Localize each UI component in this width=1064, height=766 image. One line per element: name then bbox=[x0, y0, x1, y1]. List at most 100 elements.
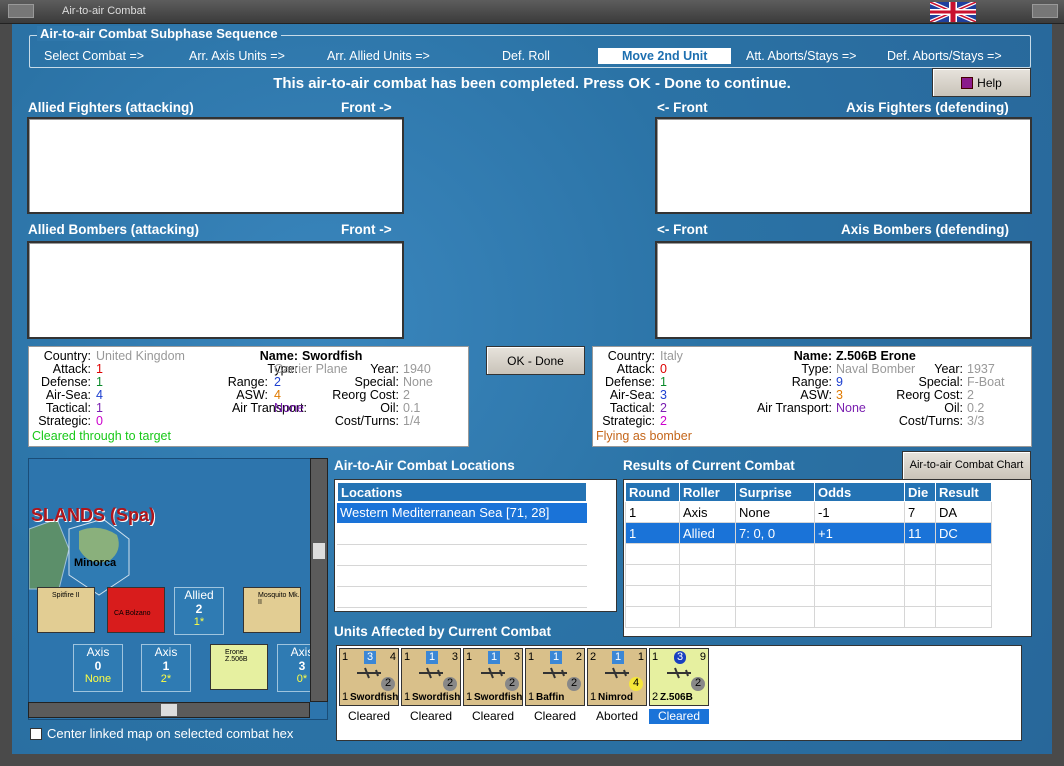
counter-name: Baffin bbox=[536, 692, 565, 703]
map-box-allied[interactable]: Allied 2 1* bbox=[174, 587, 224, 635]
label: Strategic: bbox=[38, 414, 91, 428]
air-combat-chart-button[interactable]: Air-to-air Combat Chart bbox=[902, 451, 1031, 480]
locations-title: Air-to-Air Combat Locations bbox=[334, 458, 515, 473]
map-box-axis-1[interactable]: Axis 0 None bbox=[73, 644, 123, 692]
col-result: Result bbox=[935, 482, 992, 502]
affected-unit[interactable]: 1 1 2 1 Baffin 2 Cleared bbox=[525, 648, 585, 724]
counter-tr: 3 bbox=[513, 651, 520, 663]
unit-counter: 1 3 4 1 Swordfish 2 bbox=[339, 648, 399, 706]
unit-status: Cleared bbox=[533, 709, 577, 723]
axis-fighters-front: <- Front bbox=[657, 100, 708, 115]
axis-fighters-box[interactable] bbox=[655, 117, 1032, 214]
counter-top: 3 bbox=[674, 651, 686, 664]
window-menu-button[interactable] bbox=[8, 4, 34, 18]
locations-list[interactable]: Locations Western Mediterranean Sea [71,… bbox=[334, 479, 617, 612]
axis-bombers-front: <- Front bbox=[657, 222, 708, 237]
unit-counter: 1 1 2 1 Baffin 2 bbox=[525, 648, 585, 706]
phase-select-combat: Select Combat => bbox=[44, 49, 145, 63]
label: Strategic: bbox=[602, 414, 655, 428]
table-row-selected[interactable]: 1 Allied 7: 0, 0 +1 11 DC bbox=[625, 522, 992, 544]
label: Air Transport: bbox=[756, 401, 832, 415]
affected-unit[interactable]: 1 1 3 1 Swordfish 2 Cleared bbox=[401, 648, 461, 724]
unit-status: Cleared bbox=[409, 709, 453, 723]
axis-strategic: 2 bbox=[660, 414, 667, 428]
box-value: 2 bbox=[195, 602, 203, 616]
locations-empty-rows bbox=[337, 524, 587, 610]
table-row bbox=[625, 564, 992, 586]
location-row-1[interactable]: Western Mediterranean Sea [71, 28] bbox=[337, 503, 587, 523]
affected-unit[interactable]: 2 1 1 1 Nimrod 4 Aborted bbox=[587, 648, 647, 724]
allied-transport: None bbox=[274, 401, 304, 415]
counter-tr: 1 bbox=[637, 651, 644, 663]
map-vertical-scrollbar[interactable] bbox=[310, 458, 328, 702]
counter-br: 2 bbox=[505, 677, 519, 691]
affected-unit[interactable]: 1 3 4 1 Swordfish 2 Cleared bbox=[339, 648, 399, 724]
counter-br: 2 bbox=[381, 677, 395, 691]
table-row bbox=[625, 606, 992, 628]
allied-country: United Kingdom bbox=[96, 349, 185, 363]
help-button[interactable]: Help bbox=[932, 68, 1031, 97]
window-frame-right bbox=[1052, 24, 1064, 766]
cell: 7 bbox=[904, 501, 936, 523]
aircraft-icon bbox=[542, 667, 568, 679]
col-surprise: Surprise bbox=[735, 482, 815, 502]
phase-arr-allied-units: Arr. Allied Units => bbox=[327, 49, 430, 63]
map-vscroll-thumb[interactable] bbox=[313, 543, 325, 559]
affected-units-list[interactable]: 1 3 4 1 Swordfish 2 Cleared 1 1 3 1 Swor… bbox=[336, 645, 1022, 741]
unit-counter: 1 3 9 2 Z.506B 2 bbox=[649, 648, 709, 706]
counter-bl: 2 bbox=[652, 691, 659, 703]
unit-counter: 1 1 3 1 Swordfish 2 bbox=[463, 648, 523, 706]
cell: 1 bbox=[625, 522, 680, 544]
allied-bombers-box[interactable] bbox=[27, 241, 404, 339]
unit-status: Cleared bbox=[471, 709, 515, 723]
map-box-axis-2[interactable]: Axis 1 2* bbox=[141, 644, 191, 692]
axis-transport: None bbox=[836, 401, 866, 415]
ok-done-button[interactable]: OK - Done bbox=[486, 346, 585, 375]
affected-unit[interactable]: 1 3 9 2 Z.506B 2 Cleared bbox=[649, 648, 709, 724]
aircraft-icon bbox=[604, 667, 630, 679]
map-counter-spitfire[interactable]: Spitfire II bbox=[37, 587, 95, 633]
window-titlebar: Air-to-air Combat bbox=[0, 0, 1064, 24]
window-close-button[interactable] bbox=[1032, 4, 1058, 18]
aircraft-icon bbox=[480, 667, 506, 679]
phase-def-roll: Def. Roll bbox=[502, 49, 550, 63]
unit-counter: 1 1 3 1 Swordfish 2 bbox=[401, 648, 461, 706]
map-counter-mosquito[interactable]: Mosquito Mk. II bbox=[243, 587, 301, 633]
map-counter-bolzano[interactable]: CA Bolzano bbox=[107, 587, 165, 633]
counter-top: 1 bbox=[426, 651, 438, 664]
counter-top: 1 bbox=[488, 651, 500, 664]
map-hex-label: Minorca bbox=[74, 557, 117, 569]
unit-status: Cleared bbox=[347, 709, 391, 723]
counter-br: 4 bbox=[629, 677, 643, 691]
axis-bombers-box[interactable] bbox=[655, 241, 1032, 339]
box-sub: 1* bbox=[193, 616, 205, 628]
counter-name: Spitfire II bbox=[52, 592, 80, 599]
axis-unit-info: Country: Italy Attack: 0 Defense: 1 Air-… bbox=[592, 346, 1032, 447]
unit-counter: 2 1 1 1 Nimrod 4 bbox=[587, 648, 647, 706]
phase-def-aborts-stays: Def. Aborts/Stays => bbox=[887, 49, 1002, 63]
counter-name: Swordfish bbox=[474, 692, 523, 703]
map-horizontal-scrollbar[interactable] bbox=[28, 702, 310, 718]
aircraft-icon bbox=[356, 667, 382, 679]
status-message: This air-to-air combat has been complete… bbox=[273, 75, 791, 92]
counter-name: Swordfish bbox=[412, 692, 461, 703]
affected-unit[interactable]: 1 1 3 1 Swordfish 2 Cleared bbox=[463, 648, 523, 724]
box-value: 0 bbox=[94, 659, 102, 673]
map-hscroll-thumb[interactable] bbox=[161, 704, 177, 716]
counter-tl: 1 bbox=[404, 651, 411, 663]
allied-fighters-box[interactable] bbox=[27, 117, 404, 214]
center-map-checkbox[interactable] bbox=[30, 728, 42, 740]
linked-map[interactable]: SLANDS (Spa) Minorca Spitfire II CA Bolz… bbox=[28, 458, 328, 720]
counter-bl: 1 bbox=[528, 691, 535, 703]
axis-unit-status: Flying as bomber bbox=[596, 429, 692, 443]
help-button-label: Help bbox=[977, 76, 1002, 90]
results-table: Round Roller Surprise Odds Die Result 1 … bbox=[625, 482, 992, 628]
table-row[interactable]: 1 Axis None -1 7 DA bbox=[625, 501, 992, 523]
map-counter-erone[interactable]: Erone Z.506B bbox=[210, 644, 268, 690]
counter-br: 2 bbox=[567, 677, 581, 691]
axis-cost: 3/3 bbox=[967, 414, 985, 428]
phase-arr-axis-units: Arr. Axis Units => bbox=[189, 49, 285, 63]
counter-tl: 1 bbox=[342, 651, 349, 663]
unit-status: Aborted bbox=[595, 709, 639, 723]
box-value: 1 bbox=[162, 659, 170, 673]
